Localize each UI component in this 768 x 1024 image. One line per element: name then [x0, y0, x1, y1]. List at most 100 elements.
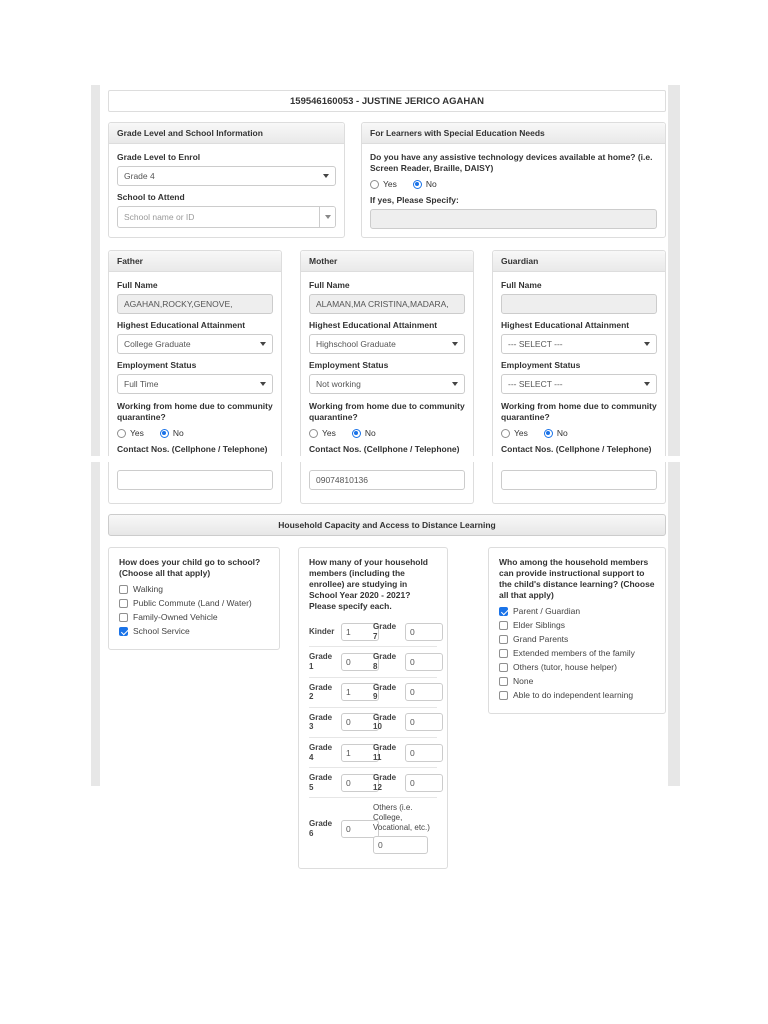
form-section-top: 159546160053 - JUSTINE JERICO AGAHAN Gra… — [91, 85, 680, 456]
checkbox[interactable] — [119, 626, 128, 636]
contact-input[interactable] — [309, 470, 465, 490]
employment-select[interactable]: Full Time — [117, 374, 273, 395]
support-option[interactable]: Elder Siblings — [499, 620, 655, 630]
grade-count-input[interactable] — [405, 622, 443, 641]
wfh-no-radio[interactable] — [543, 428, 553, 438]
others-count-input[interactable] — [373, 836, 428, 855]
assistive-tech-question: Do you have any assistive technology dev… — [370, 152, 653, 174]
page-gutter-right — [668, 85, 680, 456]
support-question: Who among the household members can prov… — [499, 557, 655, 601]
contact-input[interactable] — [117, 470, 273, 490]
checkbox[interactable] — [499, 620, 508, 630]
employment-select[interactable]: --- SELECT --- — [501, 374, 657, 395]
transport-panel: How does your child go to school? (Choos… — [108, 547, 280, 651]
assistive-yes-radio[interactable] — [370, 179, 379, 189]
support-option[interactable]: Extended members of the family — [499, 648, 655, 658]
household-members-panel: How many of your household members (incl… — [298, 547, 448, 870]
checkbox[interactable] — [119, 584, 128, 594]
support-option[interactable]: Parent / Guardian — [499, 606, 655, 616]
transport-option[interactable]: Family-Owned Vehicle — [119, 612, 269, 622]
members-row: Grade 3 Grade 10 — [309, 706, 443, 737]
form-section-bottom: Household Capacity and Access to Distanc… — [91, 462, 680, 870]
contact-input[interactable] — [501, 470, 657, 490]
checkbox[interactable] — [499, 634, 508, 644]
page-gutter-left — [91, 462, 100, 786]
education-select[interactable]: Highschool Graduate — [309, 334, 465, 355]
education-label: Highest Educational Attainment — [309, 320, 438, 331]
employment-label: Employment Status — [309, 360, 389, 371]
grade-label: Grade 11 — [373, 742, 397, 762]
wfh-question: Working from home due to community quara… — [309, 401, 465, 423]
wfh-no-label: No — [556, 428, 568, 439]
full-name-input[interactable] — [309, 294, 465, 315]
education-select[interactable]: --- SELECT --- — [501, 334, 657, 355]
members-grid: Kinder Grade 7 — [309, 617, 443, 797]
support-option[interactable]: Grand Parents — [499, 634, 655, 644]
full-name-input[interactable] — [501, 294, 657, 315]
combobox-arrow[interactable] — [319, 207, 335, 227]
checkbox[interactable] — [119, 598, 128, 608]
parent-panel-title: Guardian — [493, 251, 665, 273]
assistive-yes-label: Yes — [383, 179, 397, 190]
support-option-label: Able to do independent learning — [513, 690, 634, 701]
checkbox[interactable] — [499, 676, 508, 686]
grade-count-input[interactable] — [405, 683, 443, 702]
transport-option[interactable]: School Service — [119, 626, 269, 636]
checkbox[interactable] — [499, 606, 508, 616]
wfh-no-label: No — [364, 428, 376, 439]
wfh-no-radio[interactable] — [351, 428, 361, 438]
assistive-no-radio[interactable] — [412, 179, 422, 189]
employment-label: Employment Status — [501, 360, 581, 371]
parent-panel-bottom — [492, 462, 666, 504]
grade-level-value: Grade 4 — [124, 171, 155, 181]
members-question: How many of your household members (incl… — [309, 557, 429, 612]
grade-label: Grade 9 — [373, 682, 397, 702]
grade-school-panel-title: Grade Level and School Information — [109, 123, 344, 144]
support-option-label: None — [513, 676, 534, 687]
wfh-no-radio[interactable] — [159, 428, 169, 438]
education-value: College Graduate — [124, 339, 191, 350]
parent-panel: Guardian Full Name Highest Educational A… — [492, 250, 666, 456]
support-option-label: Others (tutor, house helper) — [513, 662, 617, 673]
grade-label: Grade 12 — [373, 773, 397, 792]
employment-label: Employment Status — [117, 360, 197, 371]
special-needs-panel-title: For Learners with Special Education Need… — [362, 123, 665, 144]
transport-option[interactable]: Walking — [119, 584, 269, 594]
wfh-yes-radio[interactable] — [117, 428, 126, 438]
parent-panel-title: Mother — [301, 251, 473, 273]
employment-select[interactable]: Not working — [309, 374, 465, 395]
checkbox[interactable] — [119, 612, 128, 622]
support-option[interactable]: Able to do independent learning — [499, 690, 655, 700]
transport-option-label: Walking — [133, 584, 163, 595]
education-select[interactable]: College Graduate — [117, 334, 273, 355]
wfh-yes-radio[interactable] — [501, 428, 510, 438]
members-row: Grade 2 Grade 9 — [309, 676, 443, 707]
transport-option[interactable]: Public Commute (Land / Water) — [119, 598, 269, 608]
instructional-support-panel: Who among the household members can prov… — [488, 547, 666, 715]
checkbox[interactable] — [499, 690, 508, 700]
wfh-yes-radio[interactable] — [309, 428, 318, 438]
support-option-label: Extended members of the family — [513, 648, 635, 659]
checkbox[interactable] — [499, 648, 508, 658]
grade-count-input[interactable] — [405, 743, 443, 762]
checkbox[interactable] — [499, 662, 508, 672]
parent-panel: Father Full Name Highest Educational Att… — [108, 250, 282, 456]
support-option[interactable]: Others (tutor, house helper) — [499, 662, 655, 672]
parent-panel-title: Father — [109, 251, 281, 273]
transport-option-label: School Service — [133, 626, 190, 637]
grade-school-panel: Grade Level and School Information Grade… — [108, 122, 345, 239]
grade-count-input[interactable] — [405, 773, 443, 792]
chevron-down-icon — [324, 215, 331, 219]
special-needs-panel: For Learners with Special Education Need… — [361, 122, 666, 239]
grade-count-input[interactable] — [405, 713, 443, 732]
transport-option-label: Family-Owned Vehicle — [133, 612, 218, 623]
school-combobox[interactable]: School name or ID — [117, 206, 336, 228]
support-option[interactable]: None — [499, 676, 655, 686]
employment-value: Full Time — [124, 379, 159, 390]
specify-input[interactable] — [370, 209, 657, 230]
grade-level-select[interactable]: Grade 4 — [117, 166, 336, 186]
contact-label: Contact Nos. (Cellphone / Telephone) — [309, 444, 460, 455]
full-name-input[interactable] — [117, 294, 273, 315]
grade-count-input[interactable] — [405, 653, 443, 672]
grade-label: Grade 7 — [373, 622, 397, 641]
